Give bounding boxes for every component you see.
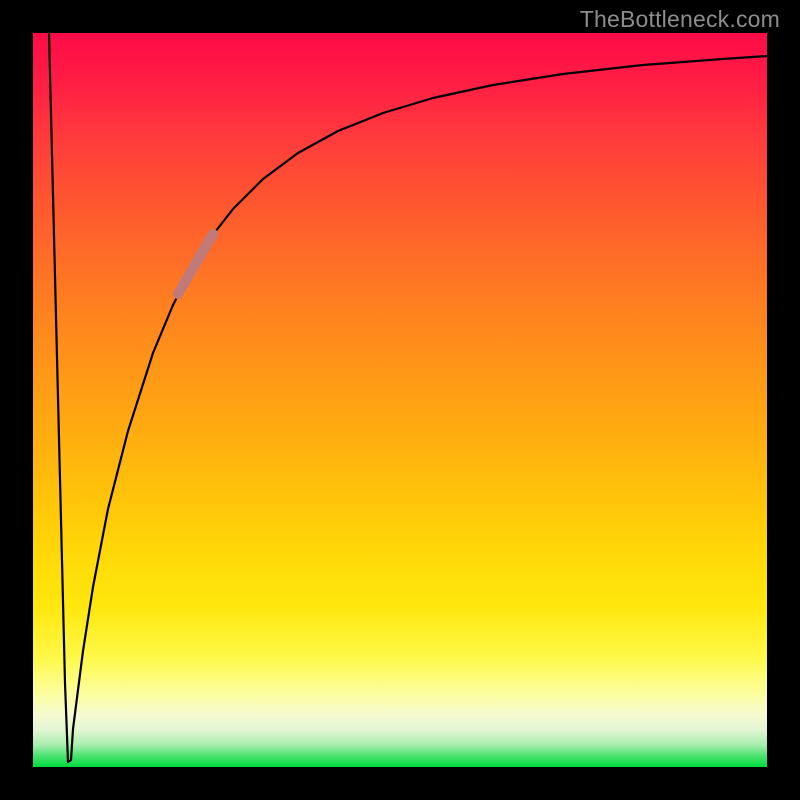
frame-right [767, 0, 800, 800]
plot-area [33, 33, 767, 767]
bottleneck-curve [33, 33, 767, 767]
frame-left [0, 0, 33, 800]
curve-highlight-segment [178, 234, 213, 294]
watermark-text: TheBottleneck.com [580, 6, 780, 33]
curve-line [49, 33, 767, 762]
frame-bottom [0, 767, 800, 800]
